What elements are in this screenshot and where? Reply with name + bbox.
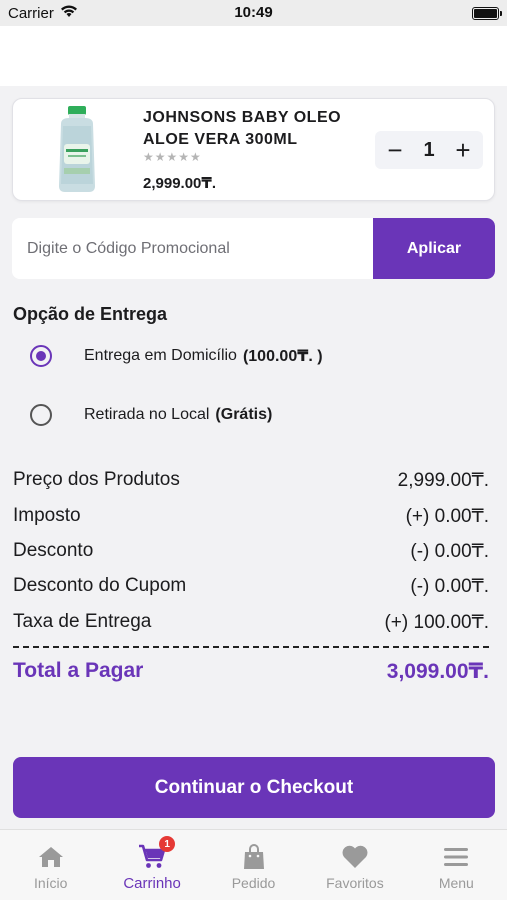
cart-icon: 1: [137, 836, 176, 872]
status-left: Carrier: [8, 4, 78, 22]
product-name: JOHNSONS BABY OLEO ALOE VERA 300ML: [143, 109, 342, 148]
tab-cart[interactable]: 1 Carrinho: [101, 830, 202, 900]
tab-label: Menu: [438, 875, 474, 891]
menu-icon: [441, 842, 471, 872]
tab-bar: Início 1 Carrinho Pedido Favoritos Menu: [0, 829, 507, 900]
tab-label: Pedido: [231, 875, 276, 891]
summary-row-products: Preço dos Produtos 2,999.00₸.: [13, 469, 489, 492]
delivery-option-label: Retirada no Local: [84, 406, 210, 423]
summary-value: 2,999.00₸.: [397, 470, 489, 491]
tab-menu[interactable]: Menu: [406, 830, 507, 900]
delivery-section-title: Opção de Entrega: [13, 304, 168, 324]
home-icon: [36, 842, 66, 872]
heart-icon: [340, 842, 370, 872]
delivery-option-label: Entrega em Domicílio: [84, 347, 237, 364]
summary-value: (+) 0.00₸.: [405, 506, 489, 527]
summary-label: Desconto do Cupom: [13, 575, 187, 596]
summary-label: Preço dos Produtos: [13, 469, 180, 490]
summary-value: (+) 100.00₸.: [384, 612, 489, 633]
radio-unselected-icon[interactable]: [30, 404, 52, 426]
continue-checkout-button[interactable]: Continuar o Checkout: [13, 757, 495, 818]
shopping-bag-icon: [239, 842, 269, 872]
quantity-value: 1: [423, 138, 435, 161]
total-value: 3,099.00₸.: [386, 660, 489, 683]
summary-label: Imposto: [13, 505, 81, 526]
cart-badge: 1: [159, 836, 176, 852]
navigation-bar: [0, 26, 507, 86]
cart-item-card: JOHNSONS BABY OLEO ALOE VERA 300ML ★★★★★…: [12, 98, 495, 201]
delivery-option-price: (100.00₸. ): [242, 348, 323, 365]
increase-quantity-button[interactable]: +: [453, 137, 473, 163]
battery-icon: [472, 6, 502, 20]
radio-selected-icon[interactable]: [30, 345, 52, 367]
total-label: Total a Pagar: [13, 659, 144, 682]
delivery-option-pickup[interactable]: Retirada no Local (Grátis): [30, 403, 272, 427]
apply-promo-button[interactable]: Aplicar: [373, 218, 495, 279]
delivery-option-price: (Grátis): [215, 406, 273, 423]
tab-favorites[interactable]: Favoritos: [304, 830, 405, 900]
tab-label: Carrinho: [123, 875, 181, 892]
summary-row-tax: Imposto (+) 0.00₸.: [13, 505, 489, 528]
product-image: [51, 106, 103, 194]
status-bar: Carrier 10:49: [0, 0, 507, 26]
promo-code-row: Aplicar: [12, 218, 495, 279]
summary-row-delivery-fee: Taxa de Entrega (+) 100.00₸.: [13, 611, 489, 634]
product-price: 2,999.00₸.: [143, 175, 216, 192]
carrier-label: Carrier: [8, 4, 54, 22]
summary-label: Desconto: [13, 540, 94, 561]
tab-home[interactable]: Início: [0, 830, 101, 900]
quantity-stepper: − 1 +: [375, 131, 483, 169]
tab-label: Início: [33, 875, 68, 891]
total-row: Total a Pagar 3,099.00₸.: [13, 659, 489, 684]
delivery-option-home[interactable]: Entrega em Domicílio (100.00₸. ): [30, 344, 323, 368]
summary-label: Taxa de Entrega: [13, 611, 152, 632]
summary-divider: [13, 646, 489, 648]
summary-value: (-) 0.00₸.: [410, 541, 489, 562]
tab-label: Favoritos: [326, 875, 384, 891]
tab-orders[interactable]: Pedido: [203, 830, 304, 900]
decrease-quantity-button[interactable]: −: [385, 137, 405, 163]
promo-code-input[interactable]: [12, 218, 372, 279]
summary-value: (-) 0.00₸.: [410, 576, 489, 597]
summary-row-coupon: Desconto do Cupom (-) 0.00₸.: [13, 575, 489, 598]
rating-stars: ★★★★★: [143, 150, 202, 164]
summary-row-discount: Desconto (-) 0.00₸.: [13, 540, 489, 563]
wifi-icon: [60, 4, 78, 22]
